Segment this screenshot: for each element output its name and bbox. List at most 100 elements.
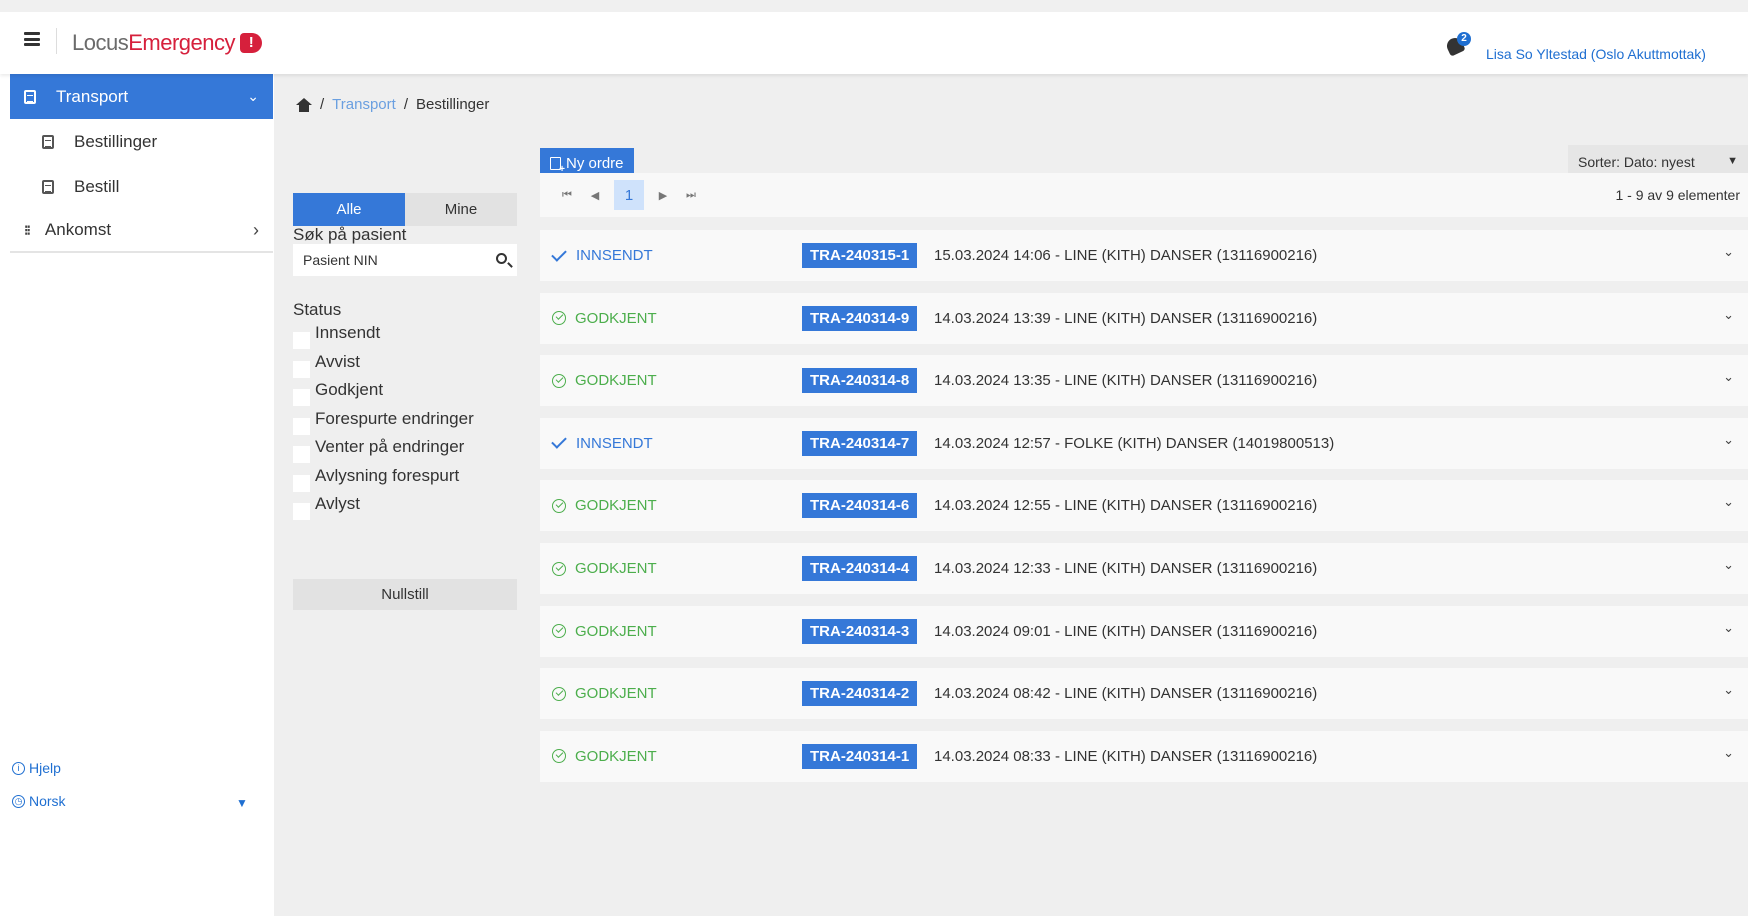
search-label: Søk på pasient: [293, 225, 407, 244]
page-1-button[interactable]: 1: [614, 180, 644, 210]
chevron-down-icon[interactable]: ⌄: [1723, 244, 1734, 260]
divider: [56, 28, 57, 54]
check-circle-icon: [552, 498, 566, 513]
sidebar-item-transport[interactable]: Transport ⌄: [10, 74, 273, 119]
check-circle-icon: [552, 624, 566, 639]
globe-icon: ◷: [12, 794, 25, 808]
tab-all[interactable]: Alle: [293, 193, 405, 226]
chevron-down-icon[interactable]: ⌄: [1723, 494, 1734, 510]
owner-tabs: Alle Mine: [293, 193, 517, 226]
user-menu[interactable]: Lisa So Yltestad (Oslo Akuttmottak): [1486, 46, 1706, 62]
chevron-down-icon[interactable]: ⌄: [1723, 369, 1734, 385]
check-circle-icon: [552, 749, 566, 764]
order-id-badge: TRA-240315-1: [802, 243, 918, 268]
status-option-avvist[interactable]: Avvist: [293, 351, 474, 380]
tab-mine[interactable]: Mine: [405, 193, 517, 226]
clipboard-icon: [24, 89, 36, 104]
order-id-badge: TRA-240314-8: [802, 368, 918, 394]
caret-down-icon[interactable]: ▼: [236, 796, 248, 810]
status-option-innsendt[interactable]: Innsendt: [293, 322, 474, 351]
status-option-forespurte-endringer[interactable]: Forespurte endringer: [293, 408, 474, 437]
order-description: 14.03.2024 12:57 - FOLKE (KITH) DANSER (…: [934, 434, 1335, 452]
order-description: 15.03.2024 14:06 - LINE (KITH) DANSER (1…: [934, 247, 1318, 264]
chevron-down-icon[interactable]: ⌄: [1723, 557, 1734, 573]
notification-bell[interactable]: 2: [1444, 32, 1471, 58]
checkbox[interactable]: [293, 360, 310, 378]
sidebar-item-label: Ankomst: [44, 220, 112, 239]
order-row[interactable]: GODKJENT TRA-240314-8 14.03.2024 13:35 - L…: [540, 355, 1748, 407]
chevron-down-icon[interactable]: ⌄: [1723, 620, 1734, 636]
first-page-icon[interactable]: ⏮: [558, 189, 576, 202]
checkbox[interactable]: [293, 446, 310, 463]
order-row[interactable]: INNSENDT TRA-240315-1 15.03.2024 14:06 - L…: [540, 230, 1748, 281]
language-selector[interactable]: ◷ Norsk: [12, 793, 66, 809]
search-icon[interactable]: [496, 253, 507, 264]
caret-down-icon: ▼: [1727, 155, 1738, 167]
top-bar: Locus Emergency! 2 Lisa So Yltestad (Oslo…: [0, 0, 1748, 74]
chevron-down-icon[interactable]: ⌄: [1723, 682, 1734, 698]
chevron-down-icon[interactable]: ⌄: [1723, 745, 1734, 761]
order-status: GODKJENT: [552, 685, 657, 702]
checkbox[interactable]: [293, 474, 310, 492]
status-label: Status: [293, 300, 342, 319]
status-option-avlysning-forespurt[interactable]: Avlysning forespurt: [293, 465, 474, 494]
order-status: GODKJENT: [552, 497, 657, 514]
reset-filters-button[interactable]: Nullstill: [293, 579, 517, 610]
order-description: 14.03.2024 13:35 - LINE (KITH) DANSER (1…: [934, 372, 1318, 390]
pager-info: 1 - 9 av 9 elementer: [1615, 187, 1740, 203]
sidebar-item-label: Bestill: [74, 176, 120, 196]
order-status: GODKJENT: [552, 310, 657, 327]
notification-count-badge: 2: [1457, 32, 1471, 46]
chevron-down-icon[interactable]: ⌄: [1723, 432, 1734, 448]
order-row[interactable]: GODKJENT TRA-240314-1 14.03.2024 08:33 - L…: [540, 730, 1748, 782]
order-id-badge: TRA-240314-7: [802, 430, 918, 456]
order-row[interactable]: GODKJENT TRA-240314-3 14.03.2024 09:01 - L…: [540, 605, 1748, 657]
people-icon: ⁝⁝: [24, 221, 31, 238]
order-status: GODKJENT: [552, 623, 657, 640]
next-page-icon[interactable]: ▶: [654, 189, 672, 202]
order-description: 14.03.2024 12:55 - LINE (KITH) DANSER (1…: [934, 497, 1318, 515]
checkbox[interactable]: [293, 332, 310, 349]
order-row[interactable]: GODKJENT TRA-240314-4 14.03.2024 12:33 - L…: [540, 543, 1748, 594]
order-description: 14.03.2024 09:01 - LINE (KITH) DANSER (1…: [934, 622, 1318, 640]
document-icon: [42, 134, 54, 149]
order-status: INNSENDT: [551, 245, 653, 264]
sidebar: Transport ⌄ Bestillinger Bestill ⁝⁝ Anko…: [10, 74, 273, 916]
order-row[interactable]: GODKJENT TRA-240314-2 14.03.2024 08:42 - L…: [540, 668, 1748, 720]
last-page-icon[interactable]: ⏭: [682, 189, 700, 202]
new-document-icon: [550, 157, 565, 175]
help-link[interactable]: i Hjelp: [12, 760, 61, 776]
breadcrumb-link-transport[interactable]: Transport: [332, 96, 396, 113]
sidebar-item-ankomst[interactable]: ⁝⁝ Ankomst ›: [10, 209, 273, 253]
patient-search-input[interactable]: Pasient NIN: [293, 244, 517, 276]
order-row[interactable]: INNSENDT TRA-240314-7 14.03.2024 12:57 - F…: [540, 417, 1748, 469]
chevron-down-icon[interactable]: ⌄: [1723, 307, 1734, 323]
order-id-badge: TRA-240314-3: [802, 618, 918, 644]
order-row[interactable]: GODKJENT TRA-240314-6 14.03.2024 12:55 - L…: [540, 480, 1748, 532]
order-id-badge: TRA-240314-1: [802, 743, 918, 769]
checkbox[interactable]: [293, 417, 310, 435]
prev-page-icon[interactable]: ◀: [586, 189, 604, 202]
checkbox[interactable]: [293, 503, 310, 520]
order-description: 14.03.2024 08:42 - LINE (KITH) DANSER (1…: [934, 685, 1318, 703]
checkbox[interactable]: [293, 389, 310, 406]
sidebar-item-bestillinger[interactable]: Bestillinger: [10, 119, 273, 164]
menu-icon[interactable]: [24, 32, 40, 46]
logo-alert-icon: !: [240, 33, 262, 53]
status-option-venter-pa-endringer[interactable]: Venter på endringer: [293, 436, 474, 465]
check-icon: [551, 433, 567, 450]
order-status: INNSENDT: [551, 433, 653, 452]
order-description: 14.03.2024 12:33 - LINE (KITH) DANSER (1…: [934, 560, 1318, 577]
order-description: 14.03.2024 13:39 - LINE (KITH) DANSER (1…: [934, 309, 1318, 327]
order-id-badge: TRA-240314-4: [802, 556, 918, 581]
check-circle-icon: [552, 373, 566, 388]
sidebar-item-bestill[interactable]: Bestill: [10, 164, 273, 209]
status-option-godkjent[interactable]: Godkjent: [293, 379, 474, 408]
status-option-avlyst[interactable]: Avlyst: [293, 493, 474, 522]
order-row[interactable]: GODKJENT TRA-240314-9 14.03.2024 13:39 - L…: [540, 292, 1748, 344]
order-id-badge: TRA-240314-2: [802, 681, 918, 707]
info-icon: i: [12, 761, 25, 775]
home-icon[interactable]: [296, 97, 312, 112]
order-status: GODKJENT: [552, 372, 657, 389]
check-circle-icon: [552, 686, 566, 701]
